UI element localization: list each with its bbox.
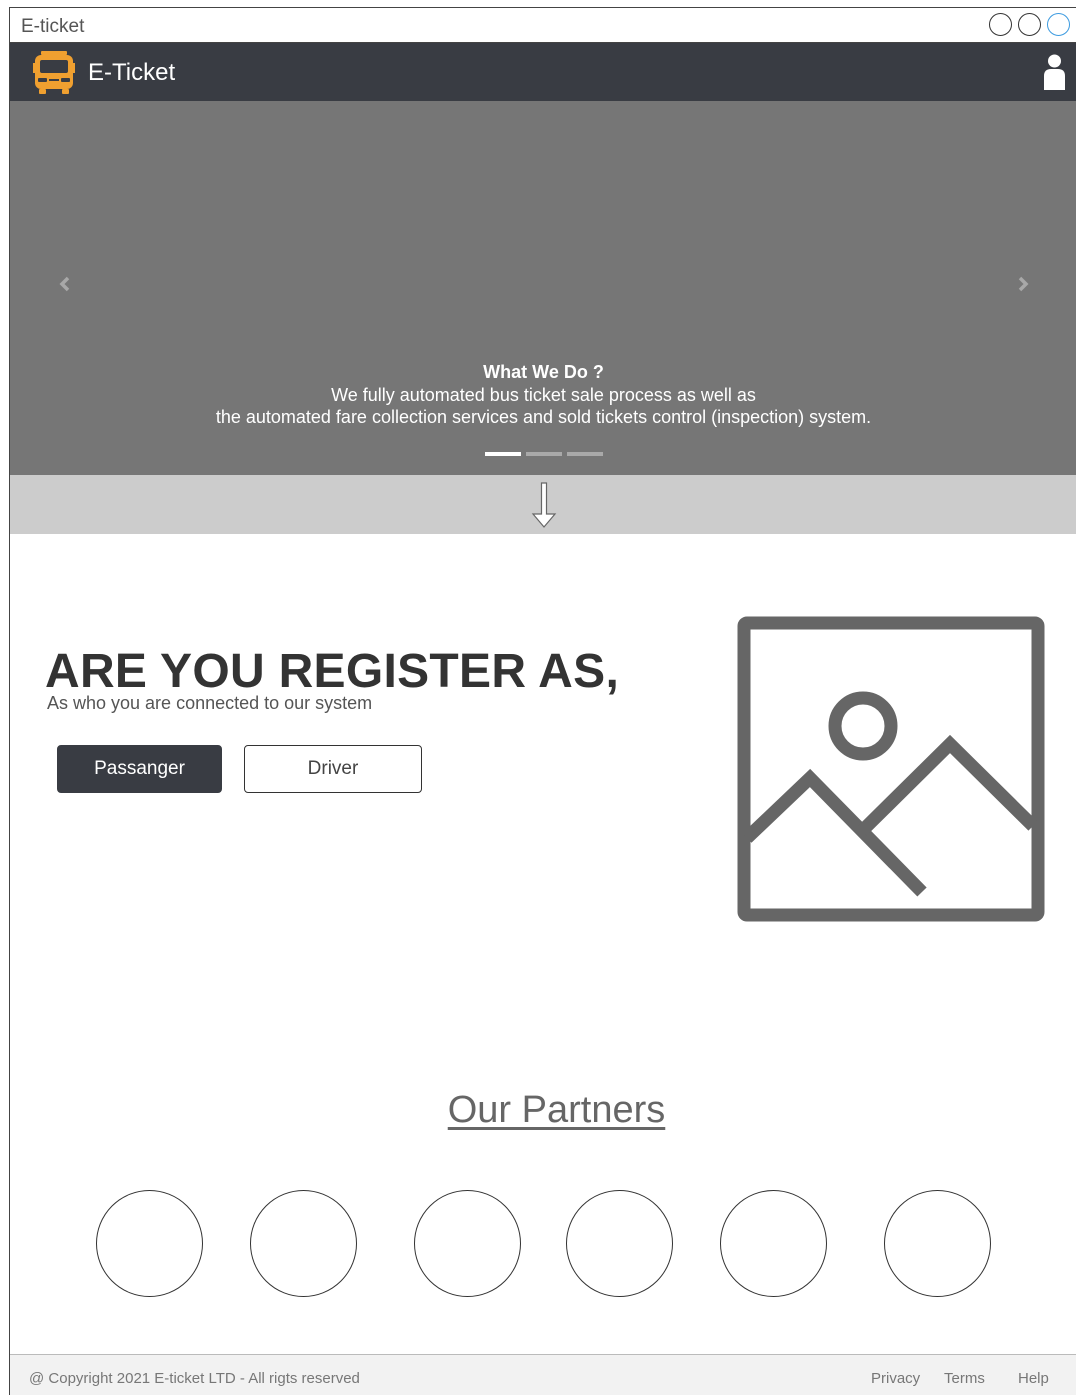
partner-logo[interactable] bbox=[96, 1190, 203, 1297]
window-minimize-button[interactable] bbox=[989, 13, 1012, 36]
passenger-button[interactable]: Passanger bbox=[57, 745, 222, 793]
hero-carousel: What We Do ? We fully automated bus tick… bbox=[10, 101, 1076, 475]
carousel-indicator-1[interactable] bbox=[485, 452, 521, 456]
window-title: E-ticket bbox=[21, 16, 85, 37]
window-close-button[interactable] bbox=[1047, 13, 1070, 36]
arrow-down-icon[interactable] bbox=[530, 482, 558, 528]
carousel-indicators bbox=[485, 452, 605, 458]
partner-logo[interactable] bbox=[250, 1190, 357, 1297]
footer-link-terms[interactable]: Terms bbox=[944, 1370, 985, 1387]
carousel-prev-icon[interactable] bbox=[54, 269, 74, 299]
register-title: ARE YOU REGISTER AS, bbox=[45, 645, 620, 698]
partner-logo[interactable] bbox=[566, 1190, 673, 1297]
footer-link-privacy[interactable]: Privacy bbox=[871, 1370, 920, 1387]
image-placeholder-icon bbox=[737, 616, 1045, 922]
carousel-heading: What We Do ? bbox=[483, 362, 604, 382]
driver-button[interactable]: Driver bbox=[244, 745, 422, 793]
brand-name[interactable]: E-Ticket bbox=[88, 59, 175, 87]
scroll-hint-bar bbox=[10, 475, 1076, 534]
bus-icon[interactable] bbox=[33, 51, 75, 95]
carousel-indicator-3[interactable] bbox=[567, 452, 603, 456]
footer: @ Copyright 2021 E-ticket LTD - All rigt… bbox=[10, 1354, 1076, 1395]
browser-window: E-ticket E-Ticket What We Do ? We fully … bbox=[9, 7, 1076, 1395]
carousel-next-icon[interactable] bbox=[1014, 269, 1034, 299]
partner-logo[interactable] bbox=[884, 1190, 991, 1297]
navbar: E-Ticket bbox=[10, 43, 1076, 101]
partners-title: Our Partners bbox=[447, 1089, 666, 1131]
partner-logo[interactable] bbox=[720, 1190, 827, 1297]
window-maximize-button[interactable] bbox=[1018, 13, 1041, 36]
footer-link-help[interactable]: Help bbox=[1018, 1370, 1049, 1387]
register-subtitle: As who you are connected to our system bbox=[47, 693, 373, 713]
user-icon[interactable] bbox=[1042, 54, 1067, 90]
carousel-caption: What We Do ? We fully automated bus tick… bbox=[10, 361, 1076, 429]
window-titlebar: E-ticket bbox=[10, 8, 1076, 43]
copyright-text: @ Copyright 2021 E-ticket LTD - All rigt… bbox=[29, 1370, 360, 1387]
carousel-text-line-2: the automated fare collection services a… bbox=[215, 407, 872, 427]
carousel-text-line-1: We fully automated bus ticket sale proce… bbox=[331, 384, 756, 405]
carousel-indicator-2[interactable] bbox=[526, 452, 562, 456]
partner-logo[interactable] bbox=[414, 1190, 521, 1297]
